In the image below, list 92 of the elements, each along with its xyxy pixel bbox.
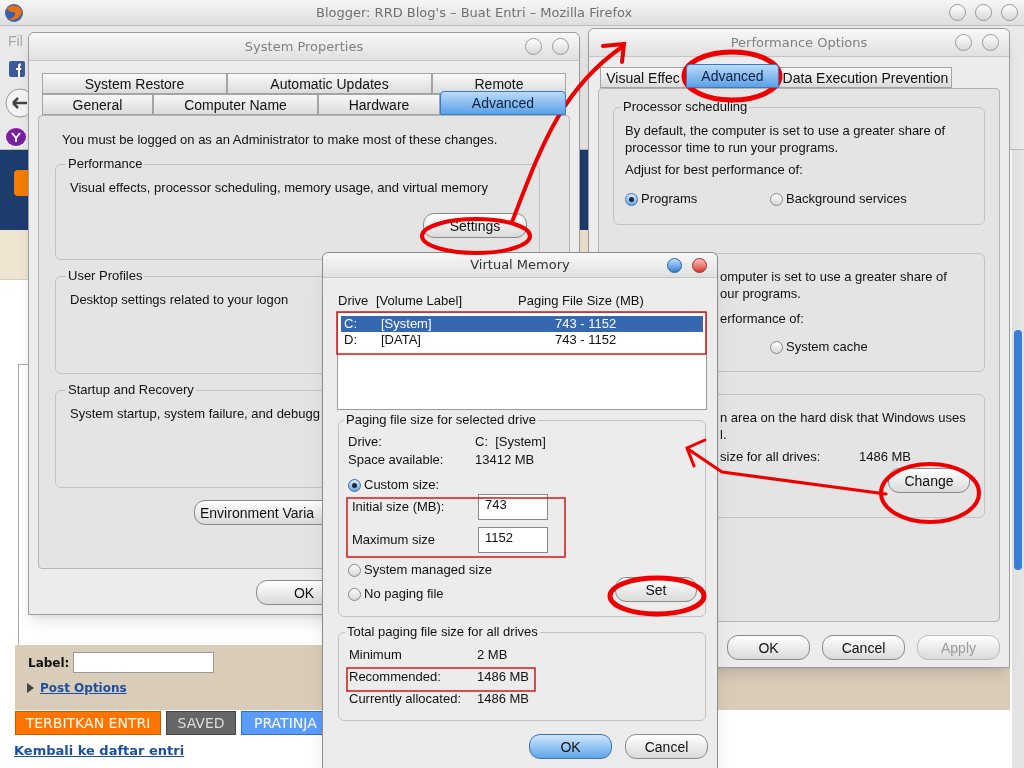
tab[interactable]: Advanced	[440, 91, 566, 115]
tab[interactable]: Data Execution Prevention	[779, 67, 952, 88]
table-cell: 743 - 1152	[555, 332, 617, 348]
group-text: By default, the computer is set to use a greater share of processor time to run your programs.	[625, 123, 946, 155]
table-cell-text: D:	[344, 332, 358, 348]
tab[interactable]: Hardware	[318, 94, 440, 115]
tab[interactable]: General	[42, 94, 153, 115]
portal-icon[interactable]	[6, 128, 26, 146]
label-field[interactable]	[73, 652, 215, 673]
size-field[interactable]: 1152	[478, 527, 548, 553]
field-label: Space available:	[348, 452, 445, 468]
field-label: Currently allocated:	[349, 691, 462, 707]
field-value: 1486 MB	[477, 669, 530, 685]
window-button[interactable]	[949, 4, 966, 21]
column-header: Paging File Size (MB)	[518, 293, 644, 309]
group-text: n area on the hard disk that Windows uses	[720, 410, 966, 425]
dialog-button[interactable]: OK	[529, 734, 612, 759]
window-button[interactable]	[975, 4, 992, 21]
tab[interactable]: Visual Effec	[600, 67, 686, 88]
table-cell-text: [System]	[381, 316, 433, 332]
dialog-button[interactable]: Cancel	[822, 635, 905, 660]
field-label: Initial size (MB):	[352, 499, 446, 515]
tab[interactable]: Automatic Updates	[227, 73, 432, 94]
group-title: User Profiles	[67, 268, 144, 284]
field-label: size for all drives:	[720, 449, 822, 465]
radio-label[interactable]: No paging file	[364, 586, 444, 602]
column-header: [Volume Label]	[376, 293, 463, 309]
window-button[interactable]	[667, 257, 682, 273]
group-title: Paging file size for selected drive	[345, 412, 538, 428]
social-icon[interactable]	[9, 61, 25, 77]
list-row[interactable]: C: [System] 743 - 1152	[341, 316, 703, 332]
column-header: Drive	[338, 293, 370, 309]
field-label: Recommended:	[349, 669, 442, 685]
group-text: our programs.	[720, 286, 801, 301]
radio-button[interactable]	[625, 192, 638, 206]
close-button[interactable]	[1001, 4, 1018, 21]
dialog-button[interactable]: OK	[727, 635, 810, 660]
radio-label[interactable]: Custom size:	[364, 477, 440, 493]
dialog-button[interactable]: Cancel	[625, 734, 708, 759]
browser-title: Blogger: RRD Blog's – Buat Entri – Mozilla Firefox	[316, 4, 633, 21]
group-title: Performance	[67, 156, 144, 172]
field-label: Maximum size	[352, 532, 437, 548]
field-value: 1486 MB	[859, 449, 912, 465]
radio-button[interactable]	[348, 563, 361, 577]
radio-button[interactable]	[770, 192, 783, 206]
field-value: 13412 MB	[475, 452, 535, 468]
action-button[interactable]: SAVED	[166, 711, 236, 735]
expand-icon[interactable]	[27, 683, 34, 693]
tab[interactable]: System Restore	[42, 73, 227, 94]
list-row[interactable]: D: [DATA] 743 - 1152	[341, 332, 703, 348]
close-button[interactable]	[982, 34, 999, 51]
table-cell: 743 - 1152	[555, 316, 617, 332]
group-text: l.	[720, 427, 727, 442]
window-title: System Properties	[244, 38, 364, 55]
close-button[interactable]	[552, 38, 569, 55]
window-title: Performance Options	[730, 34, 868, 51]
field-label: Drive:	[348, 434, 383, 450]
radio-label[interactable]: System managed size	[364, 562, 492, 578]
field-label: Label:	[28, 654, 70, 671]
group-text: Desktop settings related to your logon	[70, 292, 289, 307]
field-label: Minimum	[349, 647, 403, 663]
group-text: Visual effects, processor scheduling, memory usage, and virtual memory	[70, 180, 488, 195]
group-text: System startup, system failure, and debugg	[70, 406, 320, 421]
group-text: omputer is set to use a greater share of	[720, 269, 947, 284]
field-value: C: [System]	[475, 434, 546, 450]
close-button[interactable]	[692, 257, 707, 273]
group-title: Startup and Recovery	[67, 382, 195, 398]
notice-text: You must be logged on as an Administrator to make most of these changes.	[62, 132, 498, 147]
group-text: erformance of:	[720, 311, 804, 326]
size-field[interactable]: 743	[478, 494, 548, 520]
change-button[interactable]: Change	[888, 468, 970, 493]
tab[interactable]: Computer Name	[153, 94, 318, 115]
window-button[interactable]	[525, 38, 542, 55]
table-cell-text: [DATA]	[381, 332, 422, 348]
tab[interactable]: Advanced	[686, 64, 779, 88]
field-value: 1486 MB	[477, 691, 530, 707]
group-title: Total paging file size for all drives	[346, 624, 539, 640]
radio-button[interactable]	[348, 478, 361, 492]
post-options-link[interactable]: Post Options	[40, 680, 127, 696]
radio-label[interactable]: System cache	[786, 339, 868, 355]
back-link[interactable]: Kembali ke daftar entri	[14, 743, 185, 759]
field-value: 2 MB	[477, 647, 508, 663]
radio-button[interactable]	[348, 587, 361, 601]
window-button[interactable]	[955, 34, 972, 51]
group-title: Processor scheduling	[622, 99, 749, 115]
radio-label[interactable]: Programs	[641, 191, 698, 207]
radio-button[interactable]	[770, 340, 783, 354]
browser-logo-icon	[4, 2, 24, 23]
group-text: Adjust for best performance of:	[625, 162, 803, 177]
radio-label[interactable]: Background services	[786, 191, 907, 207]
window-title: Virtual Memory	[470, 257, 570, 273]
table-cell-text: C:	[344, 316, 358, 332]
